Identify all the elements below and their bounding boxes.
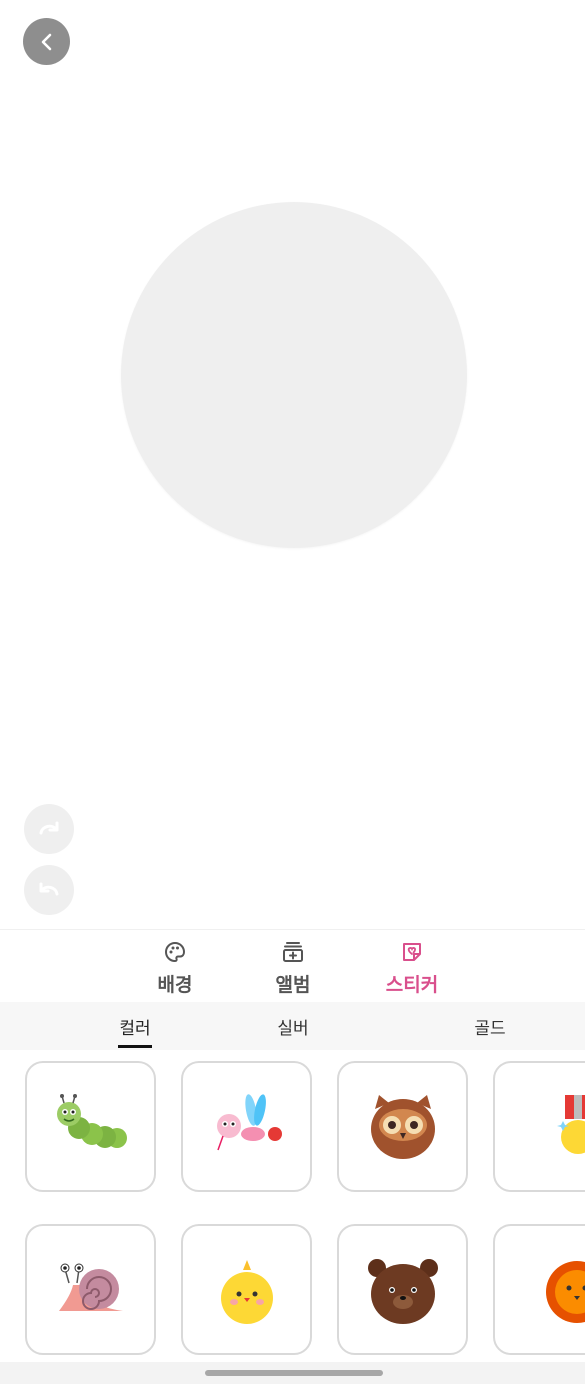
subtab-gold[interactable]: 골드 — [470, 1002, 510, 1050]
palette-icon — [164, 941, 186, 963]
active-tab-indicator — [118, 1045, 152, 1048]
redo-icon — [39, 821, 59, 835]
album-add-icon — [283, 942, 303, 962]
redo-button[interactable] — [24, 804, 74, 854]
sticker-owl[interactable] — [337, 1061, 468, 1192]
photo-canvas[interactable] — [121, 202, 467, 548]
chick-sticker — [220, 1259, 273, 1324]
sticker-caterpillar[interactable] — [25, 1061, 156, 1192]
caterpillar-sticker — [56, 1093, 127, 1148]
tab-background-label: 배경 — [157, 975, 193, 996]
subtab-gold-label: 골드 — [474, 1018, 506, 1038]
owl-sticker — [370, 1094, 435, 1159]
tab-background[interactable]: 배경 — [130, 940, 220, 997]
home-indicator-area — [0, 1362, 585, 1384]
tab-sticker-label: 스티커 — [385, 975, 439, 996]
sticker-grid — [0, 1050, 585, 1365]
back-button[interactable] — [23, 18, 70, 65]
tab-album-label: 앨범 — [275, 975, 311, 996]
sticker-chick[interactable] — [181, 1224, 312, 1355]
tab-sticker[interactable]: 스티커 — [367, 940, 457, 997]
medal-sticker — [556, 1094, 585, 1154]
undo-icon — [39, 882, 59, 896]
subtab-silver[interactable]: 실버 — [273, 1002, 313, 1050]
mode-tabs: 배경 앨범 스티커 — [0, 930, 585, 1002]
subtab-silver-label: 실버 — [277, 1018, 309, 1038]
sticker-dragonfly[interactable] — [181, 1061, 312, 1192]
sticker-snail[interactable] — [25, 1224, 156, 1355]
sticker-lion[interactable] — [493, 1224, 585, 1355]
chevron-left-icon — [41, 33, 51, 50]
edit-panel: 배경 앨범 스티커 컬러 실버 골드 — [0, 929, 585, 1384]
sticker-bear[interactable] — [337, 1224, 468, 1355]
sticker-category-tabs: 컬러 실버 골드 — [0, 1002, 585, 1050]
lion-sticker — [545, 1260, 585, 1323]
undo-button[interactable] — [24, 865, 74, 915]
home-indicator[interactable] — [205, 1370, 383, 1376]
subtab-color-label: 컬러 — [119, 1018, 151, 1038]
tab-album[interactable]: 앨범 — [248, 940, 338, 997]
sticker-icon — [403, 943, 421, 961]
dragonfly-sticker — [216, 1093, 282, 1150]
subtab-color[interactable]: 컬러 — [115, 1002, 155, 1050]
snail-sticker — [58, 1263, 123, 1311]
bear-sticker — [367, 1258, 438, 1324]
sticker-medal[interactable] — [493, 1061, 585, 1192]
